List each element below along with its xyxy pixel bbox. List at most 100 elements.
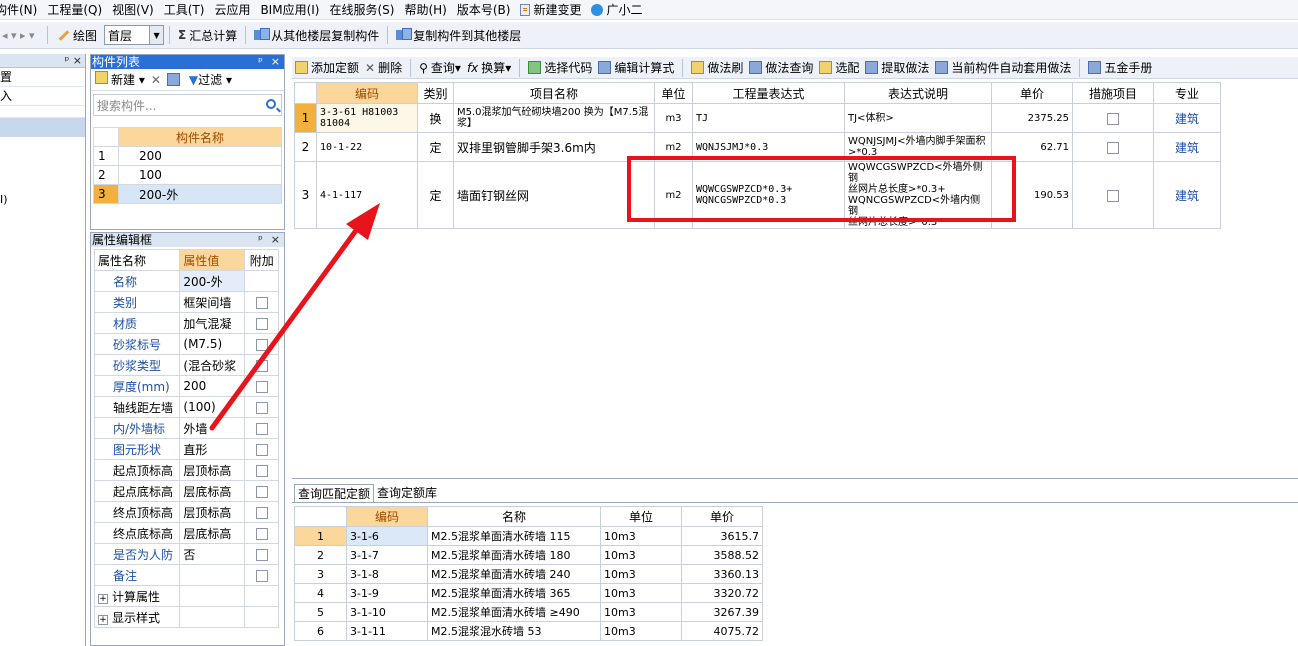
floor-select[interactable]: 首层 ▼	[104, 25, 165, 45]
pin-icon[interactable]: ᵖ	[258, 233, 263, 247]
menu-cloud[interactable]: 云应用	[209, 0, 255, 19]
quota-unit[interactable]: m2	[654, 132, 693, 162]
quota-unit-header[interactable]: 单位	[654, 82, 693, 104]
copy-component-icon[interactable]	[166, 73, 180, 86]
query-code[interactable]: 3-1-7	[346, 545, 428, 565]
query-code[interactable]: 3-1-10	[346, 602, 428, 622]
property-row[interactable]: 终点底标高 层底标高	[93, 522, 279, 544]
query-code[interactable]: 3-1-11	[346, 621, 428, 641]
component-row-name[interactable]: 200-外	[118, 184, 282, 204]
close-icon[interactable]: ×	[271, 233, 280, 247]
quota-desc[interactable]: WQWCGSWPZCD<外墙外侧钢 丝网片总长度>*0.3+ WQNCGSWPZ…	[844, 161, 992, 229]
extra-checkbox[interactable]	[255, 401, 268, 414]
hardware-manual-button[interactable]: 五金手册	[1085, 57, 1155, 78]
quota-name-header[interactable]: 项目名称	[453, 82, 655, 104]
query-row[interactable]: 5 3-1-10 M2.5混浆单面清水砖墙 ≥490 10m3 3267.39	[294, 602, 763, 622]
query-name[interactable]: M2.5混浆单面清水砖墙 180	[427, 545, 601, 565]
quota-row[interactable]: 1 3-3-61 H81003 81004 换 M5.0混浆加气砼砌块墙200 …	[294, 103, 1221, 133]
quota-desc[interactable]: WQNJSJMJ<外墙内脚手架面积>*0.3	[844, 132, 992, 162]
menu-assistant[interactable]: 广小二	[586, 0, 647, 19]
pin-icon[interactable]: ᵖ	[258, 55, 263, 69]
property-value[interactable]: (100)	[179, 396, 246, 418]
method-brush-button[interactable]: 做法刷	[688, 57, 746, 78]
query-row[interactable]: 2 3-1-7 M2.5混浆单面清水砖墙 180 10m3 3588.52	[294, 545, 763, 565]
menu-component[interactable]: 构件(N)	[0, 0, 42, 19]
extra-checkbox[interactable]	[255, 464, 268, 477]
property-value[interactable]: (混合砂浆	[179, 354, 246, 376]
quota-expr[interactable]: WQNJSJMJ*0.3	[692, 132, 845, 162]
property-row[interactable]: 砂浆标号 (M7.5)	[93, 333, 279, 355]
property-value[interactable]: 层底标高	[179, 522, 246, 544]
left-panel-selected[interactable]	[0, 118, 85, 137]
menu-help[interactable]: 帮助(H)	[399, 0, 451, 19]
property-value[interactable]: 层顶标高	[179, 501, 246, 523]
menu-quantity[interactable]: 工程量(Q)	[42, 0, 107, 19]
menu-version[interactable]: 版本号(B)	[452, 0, 516, 19]
quota-type-header[interactable]: 类别	[417, 82, 454, 104]
query-button[interactable]: ⚲ 查询 ▾	[416, 57, 464, 78]
quota-measure-header[interactable]: 措施项目	[1072, 82, 1154, 104]
select-code-button[interactable]: 选择代码	[525, 57, 595, 78]
extra-checkbox[interactable]	[255, 359, 268, 372]
property-row[interactable]: 厚度(mm) 200	[93, 375, 279, 397]
quota-row[interactable]: 3 4-1-117 定 墙面钉钢丝网 m2 WQWCGSWPZCD*0.3+ W…	[294, 161, 1221, 229]
extra-checkbox[interactable]	[255, 485, 268, 498]
extra-checkbox[interactable]	[255, 338, 268, 351]
quota-code[interactable]: 4-1-117	[316, 161, 418, 229]
property-value[interactable]: 框架间墙	[179, 291, 246, 313]
search-icon[interactable]	[266, 99, 276, 109]
property-row[interactable]: 轴线距左墙 (100)	[93, 396, 279, 418]
quota-code[interactable]: 3-3-61 H81003 81004	[316, 103, 418, 133]
property-value[interactable]: 层底标高	[179, 480, 246, 502]
property-row[interactable]: 材质 加气混凝	[93, 312, 279, 334]
delete-button[interactable]: ✕ 删除	[362, 57, 405, 78]
query-unit[interactable]: 10m3	[600, 564, 682, 584]
measure-checkbox[interactable]	[1107, 112, 1119, 125]
method-query-button[interactable]: 做法查询	[746, 57, 816, 78]
extra-checkbox[interactable]	[255, 548, 268, 561]
menu-online-service[interactable]: 在线服务(S)	[324, 0, 399, 19]
query-code[interactable]: 3-1-8	[346, 564, 428, 584]
add-quota-button[interactable]: 添加定额	[292, 57, 362, 78]
edit-formula-button[interactable]: 编辑计算式	[595, 57, 677, 78]
query-unit[interactable]: 10m3	[600, 526, 682, 546]
property-row[interactable]: 图元形状 直形	[93, 438, 279, 460]
component-row-selected[interactable]: 3 200-外	[93, 184, 282, 204]
undo-redo-icons[interactable]: ◂ ▾ ▸ ▾	[0, 29, 42, 42]
extra-checkbox[interactable]	[255, 506, 268, 519]
property-value[interactable]	[179, 564, 246, 586]
query-unit[interactable]: 10m3	[600, 545, 682, 565]
close-icon[interactable]: ×	[271, 55, 280, 69]
query-price[interactable]: 3588.52	[681, 545, 763, 565]
expand-icon[interactable]: +	[98, 593, 108, 604]
quota-price[interactable]: 2375.25	[991, 103, 1073, 133]
extra-checkbox[interactable]	[255, 380, 268, 393]
extra-checkbox[interactable]	[255, 296, 268, 309]
quota-name[interactable]: 双排里钢管脚手架3.6m内	[453, 132, 655, 162]
component-row-name[interactable]: 200	[118, 146, 282, 166]
filter-button[interactable]: ▼过滤 ▾	[189, 71, 232, 88]
property-value[interactable]: 200-外	[179, 270, 246, 292]
query-unit-header[interactable]: 单位	[600, 506, 682, 527]
quota-type[interactable]: 定	[417, 161, 454, 229]
quota-expr[interactable]: WQWCGSWPZCD*0.3+ WQNCGSWPZCD*0.3	[692, 161, 845, 229]
quota-expr-header[interactable]: 工程量表达式	[692, 82, 845, 104]
property-group-row[interactable]: + 显示样式	[93, 606, 279, 628]
property-row[interactable]: 终点顶标高 层顶标高	[93, 501, 279, 523]
copy-to-floor-button[interactable]: 复制构件到其他楼层	[393, 24, 524, 46]
property-value[interactable]: (M7.5)	[179, 333, 246, 355]
left-panel-row[interactable]: 置	[0, 68, 85, 87]
property-row[interactable]: 砂浆类型 (混合砂浆	[93, 354, 279, 376]
quota-name[interactable]: M5.0混浆加气砼砌块墙200 换为【M7.5混浆】	[453, 103, 655, 133]
query-name[interactable]: M2.5混浆单面清水砖墙 ≥490	[427, 602, 601, 622]
property-group-row[interactable]: + 计算属性	[93, 585, 279, 607]
property-value[interactable]: 直形	[179, 438, 246, 460]
property-row[interactable]: 是否为人防 否	[93, 543, 279, 565]
property-row[interactable]: 备注	[93, 564, 279, 586]
copy-from-floor-button[interactable]: 从其他楼层复制构件	[251, 24, 382, 46]
query-price[interactable]: 3267.39	[681, 602, 763, 622]
property-value[interactable]: 否	[179, 543, 246, 565]
query-price[interactable]: 3615.7	[681, 526, 763, 546]
quota-type[interactable]: 换	[417, 103, 454, 133]
delete-icon[interactable]: ✕	[151, 73, 161, 87]
